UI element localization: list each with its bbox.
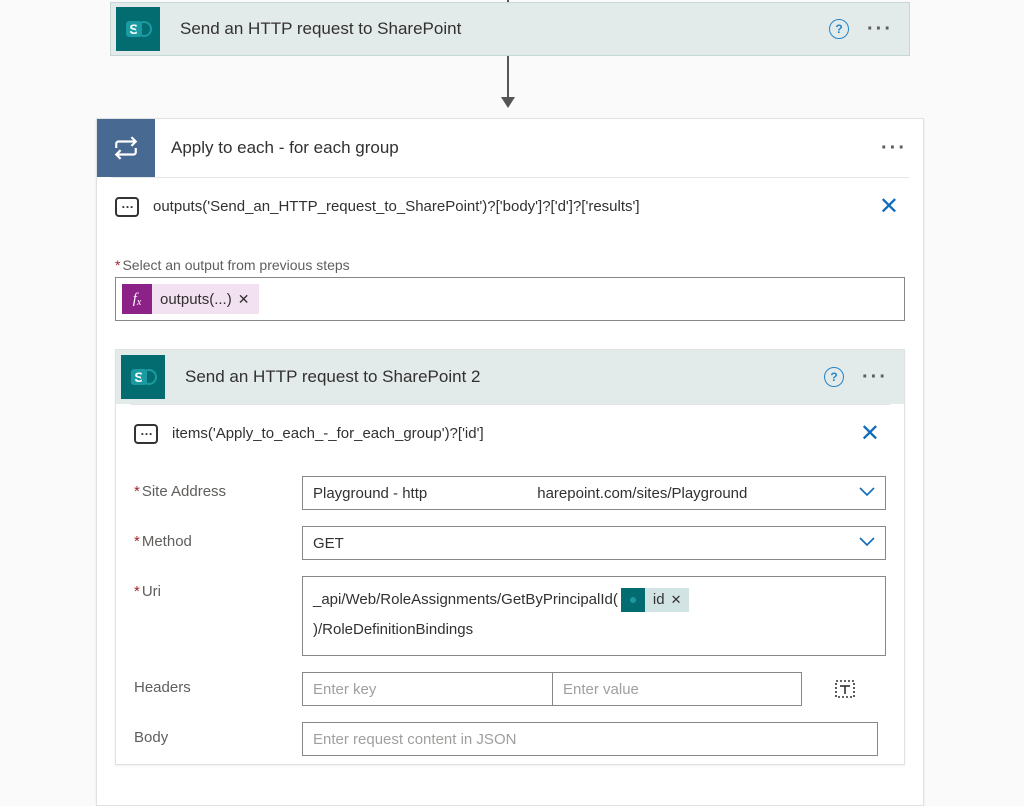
sharepoint-mini-icon: [621, 588, 645, 612]
header-value-input[interactable]: Enter value: [552, 672, 802, 706]
peek-expression-row: outputs('Send_an_HTTP_request_to_SharePo…: [97, 178, 923, 231]
uri-input[interactable]: _api/Web/RoleAssignments/GetByPrincipalI…: [302, 576, 886, 656]
method-label: *Method: [134, 526, 302, 550]
flow-arrow-icon: [507, 56, 509, 106]
uri-text-prefix: _api/Web/RoleAssignments/GetByPrincipalI…: [313, 591, 618, 608]
method-dropdown[interactable]: GET: [302, 526, 886, 560]
action-card-apply-to-each: Apply to each - for each group ··· outpu…: [96, 118, 924, 806]
more-menu-icon[interactable]: ···: [862, 366, 888, 389]
expression-icon: [115, 197, 139, 217]
fx-icon: fx: [122, 284, 152, 314]
expression-pill-text: outputs(...): [160, 291, 232, 308]
token-label: id: [653, 585, 665, 615]
remove-token-icon[interactable]: ✕: [671, 587, 682, 613]
row-method: *Method GET: [116, 518, 904, 568]
http2-header[interactable]: S Send an HTTP request to SharePoint 2 ?…: [116, 350, 904, 404]
action-card-http1[interactable]: S Send an HTTP request to SharePoint ? ·…: [110, 2, 910, 56]
header-key-input[interactable]: Enter key: [302, 672, 552, 706]
loop-icon: [97, 119, 155, 177]
uri-label: *Uri: [134, 576, 302, 600]
close-icon[interactable]: ✕: [873, 192, 905, 221]
help-icon[interactable]: ?: [824, 367, 844, 387]
row-body: Body Enter request content in JSON: [116, 714, 904, 764]
uri-text-suffix: )/RoleDefinitionBindings: [313, 621, 473, 638]
headers-label: Headers: [134, 672, 302, 696]
switch-to-text-mode-button[interactable]: [834, 678, 856, 700]
dynamic-token-id[interactable]: id ✕: [621, 588, 690, 612]
site-address-label: *Site Address: [134, 476, 302, 500]
close-icon[interactable]: ✕: [854, 419, 886, 448]
chevron-down-icon: [859, 484, 875, 502]
apply-to-each-header[interactable]: Apply to each - for each group ···: [97, 119, 923, 177]
http1-title: Send an HTTP request to SharePoint: [180, 19, 829, 39]
peek-expression-row-http2: items('Apply_to_each_-_for_each_group')?…: [116, 405, 904, 458]
row-headers: Headers Enter key Enter value: [116, 664, 904, 714]
action-card-http2: S Send an HTTP request to SharePoint 2 ?…: [115, 349, 905, 765]
chevron-down-icon: [859, 534, 875, 552]
select-output-input[interactable]: fx outputs(...) ✕: [115, 277, 905, 321]
expression-icon: [134, 424, 158, 444]
body-input[interactable]: Enter request content in JSON: [302, 722, 878, 756]
row-uri: *Uri _api/Web/RoleAssignments/GetByPrinc…: [116, 568, 904, 664]
peek-expression-text-http2: items('Apply_to_each_-_for_each_group')?…: [172, 425, 854, 442]
body-label: Body: [134, 722, 302, 746]
expression-pill[interactable]: fx outputs(...) ✕: [122, 284, 259, 314]
help-icon[interactable]: ?: [829, 19, 849, 39]
select-output-label: *Select an output from previous steps: [115, 257, 923, 273]
http2-title: Send an HTTP request to SharePoint 2: [185, 367, 824, 387]
row-site-address: *Site Address Playground - http harepoin…: [116, 468, 904, 518]
remove-pill-icon[interactable]: ✕: [238, 291, 250, 308]
sharepoint-icon: S: [116, 7, 160, 51]
more-menu-icon[interactable]: ···: [867, 18, 893, 41]
sharepoint-icon: S: [121, 355, 165, 399]
site-address-dropdown[interactable]: Playground - http harepoint.com/sites/Pl…: [302, 476, 886, 510]
peek-expression-text: outputs('Send_an_HTTP_request_to_SharePo…: [153, 198, 873, 215]
more-menu-icon[interactable]: ···: [881, 137, 907, 160]
apply-to-each-title: Apply to each - for each group: [171, 138, 881, 158]
